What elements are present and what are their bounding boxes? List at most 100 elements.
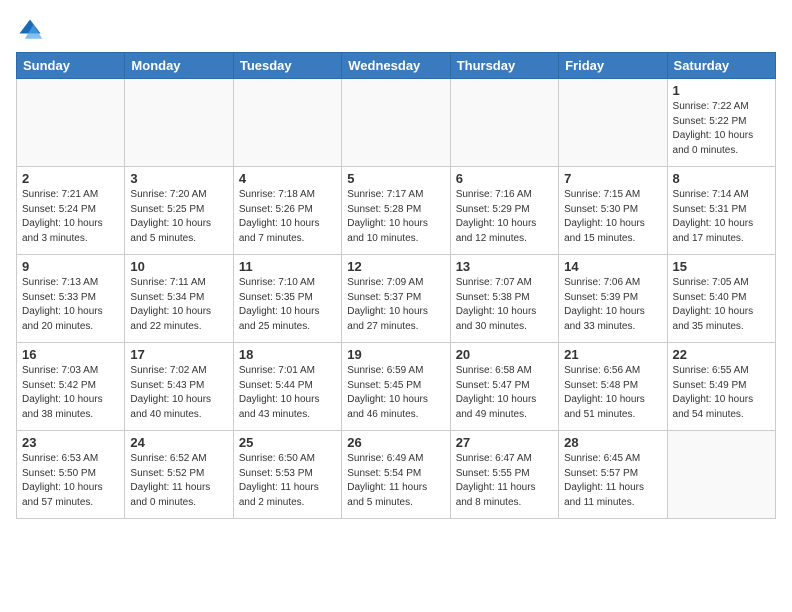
day-cell: 15 Sunrise: 7:05 AM Sunset: 5:40 PM Dayli…	[667, 255, 775, 343]
day-cell: 27 Sunrise: 6:47 AM Sunset: 5:55 PM Dayli…	[450, 431, 558, 519]
day-info: Sunrise: 7:14 AM Sunset: 5:31 PM Dayligh…	[673, 188, 770, 246]
day-info: Sunrise: 6:47 AM Sunset: 5:55 PM Dayligh…	[456, 452, 553, 510]
day-number: 14	[564, 259, 661, 274]
day-number: 22	[673, 347, 770, 362]
day-info: Sunrise: 7:18 AM Sunset: 5:26 PM Dayligh…	[239, 188, 336, 246]
day-number: 19	[347, 347, 444, 362]
day-number: 20	[456, 347, 553, 362]
day-cell	[233, 79, 341, 167]
day-cell: 6 Sunrise: 7:16 AM Sunset: 5:29 PM Daylig…	[450, 167, 558, 255]
day-cell: 12 Sunrise: 7:09 AM Sunset: 5:37 PM Dayli…	[342, 255, 450, 343]
day-info: Sunrise: 7:21 AM Sunset: 5:24 PM Dayligh…	[22, 188, 119, 246]
day-cell: 16 Sunrise: 7:03 AM Sunset: 5:42 PM Dayli…	[17, 343, 125, 431]
day-number: 7	[564, 171, 661, 186]
day-cell: 26 Sunrise: 6:49 AM Sunset: 5:54 PM Dayli…	[342, 431, 450, 519]
week-row-1: 1 Sunrise: 7:22 AM Sunset: 5:22 PM Daylig…	[17, 79, 776, 167]
header-friday: Friday	[559, 53, 667, 79]
day-info: Sunrise: 6:52 AM Sunset: 5:52 PM Dayligh…	[130, 452, 227, 510]
day-cell: 24 Sunrise: 6:52 AM Sunset: 5:52 PM Dayli…	[125, 431, 233, 519]
day-number: 15	[673, 259, 770, 274]
day-cell	[342, 79, 450, 167]
header-row: SundayMondayTuesdayWednesdayThursdayFrid…	[17, 53, 776, 79]
day-info: Sunrise: 7:06 AM Sunset: 5:39 PM Dayligh…	[564, 276, 661, 334]
day-number: 11	[239, 259, 336, 274]
header-saturday: Saturday	[667, 53, 775, 79]
day-number: 1	[673, 83, 770, 98]
day-info: Sunrise: 6:49 AM Sunset: 5:54 PM Dayligh…	[347, 452, 444, 510]
day-number: 23	[22, 435, 119, 450]
day-info: Sunrise: 7:03 AM Sunset: 5:42 PM Dayligh…	[22, 364, 119, 422]
day-cell	[667, 431, 775, 519]
header-thursday: Thursday	[450, 53, 558, 79]
day-cell	[125, 79, 233, 167]
day-info: Sunrise: 7:05 AM Sunset: 5:40 PM Dayligh…	[673, 276, 770, 334]
header-monday: Monday	[125, 53, 233, 79]
week-row-4: 16 Sunrise: 7:03 AM Sunset: 5:42 PM Dayli…	[17, 343, 776, 431]
day-number: 21	[564, 347, 661, 362]
day-info: Sunrise: 7:11 AM Sunset: 5:34 PM Dayligh…	[130, 276, 227, 334]
day-number: 24	[130, 435, 227, 450]
day-number: 2	[22, 171, 119, 186]
day-cell: 28 Sunrise: 6:45 AM Sunset: 5:57 PM Dayli…	[559, 431, 667, 519]
week-row-2: 2 Sunrise: 7:21 AM Sunset: 5:24 PM Daylig…	[17, 167, 776, 255]
day-cell: 14 Sunrise: 7:06 AM Sunset: 5:39 PM Dayli…	[559, 255, 667, 343]
logo-icon	[16, 16, 44, 44]
calendar-table: SundayMondayTuesdayWednesdayThursdayFrid…	[16, 52, 776, 519]
day-cell: 13 Sunrise: 7:07 AM Sunset: 5:38 PM Dayli…	[450, 255, 558, 343]
day-info: Sunrise: 7:02 AM Sunset: 5:43 PM Dayligh…	[130, 364, 227, 422]
day-number: 3	[130, 171, 227, 186]
header-sunday: Sunday	[17, 53, 125, 79]
day-number: 25	[239, 435, 336, 450]
day-info: Sunrise: 6:55 AM Sunset: 5:49 PM Dayligh…	[673, 364, 770, 422]
day-number: 18	[239, 347, 336, 362]
day-info: Sunrise: 7:01 AM Sunset: 5:44 PM Dayligh…	[239, 364, 336, 422]
day-number: 5	[347, 171, 444, 186]
day-number: 10	[130, 259, 227, 274]
day-cell: 20Sunrise: 6:58 AM Sunset: 5:47 PM Dayli…	[450, 343, 558, 431]
day-info: Sunrise: 7:07 AM Sunset: 5:38 PM Dayligh…	[456, 276, 553, 334]
day-number: 9	[22, 259, 119, 274]
day-number: 8	[673, 171, 770, 186]
day-info: Sunrise: 7:13 AM Sunset: 5:33 PM Dayligh…	[22, 276, 119, 334]
day-cell: 10 Sunrise: 7:11 AM Sunset: 5:34 PM Dayli…	[125, 255, 233, 343]
week-row-3: 9 Sunrise: 7:13 AM Sunset: 5:33 PM Daylig…	[17, 255, 776, 343]
day-info: Sunrise: 6:50 AM Sunset: 5:53 PM Dayligh…	[239, 452, 336, 510]
day-cell: 9 Sunrise: 7:13 AM Sunset: 5:33 PM Daylig…	[17, 255, 125, 343]
day-number: 28	[564, 435, 661, 450]
day-info: Sunrise: 6:56 AM Sunset: 5:48 PM Dayligh…	[564, 364, 661, 422]
day-cell: 22 Sunrise: 6:55 AM Sunset: 5:49 PM Dayli…	[667, 343, 775, 431]
day-info: Sunrise: 6:53 AM Sunset: 5:50 PM Dayligh…	[22, 452, 119, 510]
day-cell: 11 Sunrise: 7:10 AM Sunset: 5:35 PM Dayli…	[233, 255, 341, 343]
logo	[16, 16, 48, 44]
day-number: 6	[456, 171, 553, 186]
day-cell	[17, 79, 125, 167]
day-number: 26	[347, 435, 444, 450]
week-row-5: 23 Sunrise: 6:53 AM Sunset: 5:50 PM Dayli…	[17, 431, 776, 519]
day-info: Sunrise: 7:17 AM Sunset: 5:28 PM Dayligh…	[347, 188, 444, 246]
day-info: Sunrise: 7:09 AM Sunset: 5:37 PM Dayligh…	[347, 276, 444, 334]
day-info: Sunrise: 7:10 AM Sunset: 5:35 PM Dayligh…	[239, 276, 336, 334]
day-number: 12	[347, 259, 444, 274]
day-cell: 5 Sunrise: 7:17 AM Sunset: 5:28 PM Daylig…	[342, 167, 450, 255]
day-info: Sunrise: 7:16 AM Sunset: 5:29 PM Dayligh…	[456, 188, 553, 246]
day-number: 27	[456, 435, 553, 450]
day-info: Sunrise: 7:22 AM Sunset: 5:22 PM Dayligh…	[673, 100, 770, 158]
day-info: Sunrise: 6:45 AM Sunset: 5:57 PM Dayligh…	[564, 452, 661, 510]
day-number: 13	[456, 259, 553, 274]
page-header	[16, 16, 776, 44]
day-cell: 17 Sunrise: 7:02 AM Sunset: 5:43 PM Dayli…	[125, 343, 233, 431]
day-number: 16	[22, 347, 119, 362]
day-info: Sunrise: 7:15 AM Sunset: 5:30 PM Dayligh…	[564, 188, 661, 246]
day-cell: 2 Sunrise: 7:21 AM Sunset: 5:24 PM Daylig…	[17, 167, 125, 255]
day-cell: 21 Sunrise: 6:56 AM Sunset: 5:48 PM Dayli…	[559, 343, 667, 431]
day-cell: 23 Sunrise: 6:53 AM Sunset: 5:50 PM Dayli…	[17, 431, 125, 519]
day-cell: 19 Sunrise: 6:59 AM Sunset: 5:45 PM Dayli…	[342, 343, 450, 431]
day-cell: 18 Sunrise: 7:01 AM Sunset: 5:44 PM Dayli…	[233, 343, 341, 431]
day-cell: 1 Sunrise: 7:22 AM Sunset: 5:22 PM Daylig…	[667, 79, 775, 167]
day-info: Sunrise: 7:20 AM Sunset: 5:25 PM Dayligh…	[130, 188, 227, 246]
day-info: Sunrise: 6:59 AM Sunset: 5:45 PM Dayligh…	[347, 364, 444, 422]
day-number: 17	[130, 347, 227, 362]
day-cell: 25 Sunrise: 6:50 AM Sunset: 5:53 PM Dayli…	[233, 431, 341, 519]
day-cell: 7 Sunrise: 7:15 AM Sunset: 5:30 PM Daylig…	[559, 167, 667, 255]
day-cell: 3 Sunrise: 7:20 AM Sunset: 5:25 PM Daylig…	[125, 167, 233, 255]
